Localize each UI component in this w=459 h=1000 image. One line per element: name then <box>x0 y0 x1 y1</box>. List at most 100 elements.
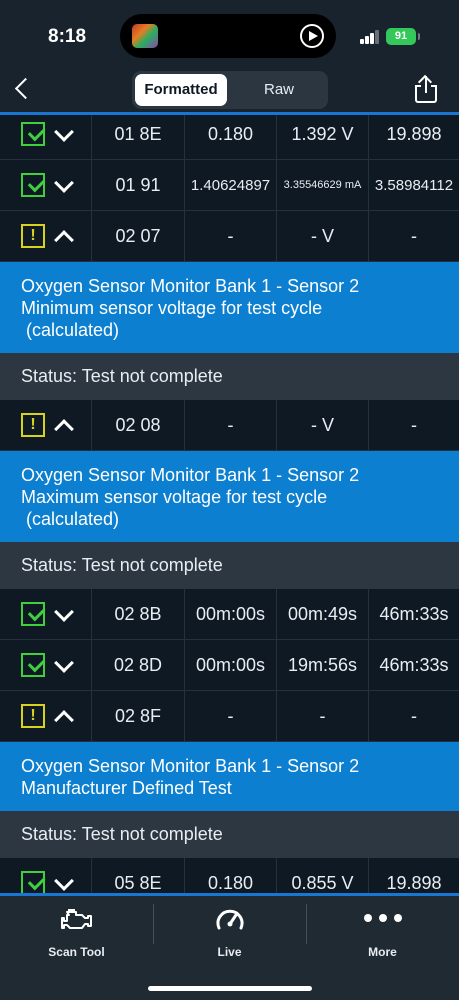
description-line: Oxygen Sensor Monitor Bank 1 - Sensor 2 <box>21 465 360 485</box>
value-cell: 00m:00s <box>184 640 276 690</box>
value-cell: - <box>184 211 276 261</box>
gauge-icon <box>216 909 244 930</box>
cellular-signal-icon <box>360 30 382 44</box>
test-id-cell: 01 91 <box>91 160 184 210</box>
warning-icon: ! <box>21 704 45 728</box>
description-line: Oxygen Sensor Monitor Bank 1 - Sensor 2 <box>21 276 360 296</box>
value-cell: - V <box>276 400 368 450</box>
test-id-cell: 02 8D <box>91 640 184 690</box>
value-cell: 19.898 <box>368 115 459 159</box>
chevron-down-icon[interactable] <box>53 124 73 144</box>
value-cell: - <box>368 211 459 261</box>
segment-formatted[interactable]: Formatted <box>135 74 227 106</box>
tab-label: More <box>368 945 397 959</box>
value-cell: - <box>368 400 459 450</box>
test-description: Oxygen Sensor Monitor Bank 1 - Sensor 2M… <box>0 262 459 353</box>
status-cell: ! <box>0 691 91 741</box>
description-line: Maximum sensor voltage for test cycle <box>21 487 328 507</box>
rows-container: 01 8E 0.180 1.392 V 19.898 01 91 1.40624897 3.… <box>0 115 459 893</box>
table-row[interactable]: 05 8E 0.180 0.855 V 19.898 <box>0 858 459 893</box>
test-id-cell: 02 8B <box>91 589 184 639</box>
chevron-down-icon[interactable] <box>53 604 73 624</box>
value-cell: 00m:00s <box>184 589 276 639</box>
value-cell: - <box>184 400 276 450</box>
status-cell <box>0 160 91 210</box>
test-status: Status: Test not complete <box>0 353 459 400</box>
segment-raw[interactable]: Raw <box>233 74 325 106</box>
check-icon <box>21 122 45 146</box>
value-cell: 0.180 <box>184 115 276 159</box>
tab-bar: Scan Tool Live More <box>0 896 459 1000</box>
share-icon[interactable] <box>413 74 441 104</box>
tab-scan-tool[interactable]: Scan Tool <box>0 896 153 976</box>
status-cell: ! <box>0 400 91 450</box>
album-art-icon <box>132 24 158 48</box>
chevron-up-icon[interactable] <box>53 706 73 726</box>
value-cell: 3.58984112 <box>368 160 459 210</box>
value-cell: 0.180 <box>184 858 276 893</box>
chevron-up-icon[interactable] <box>53 415 73 435</box>
tab-label: Scan Tool <box>48 945 105 959</box>
status-cell: ! <box>0 211 91 261</box>
dynamic-island[interactable] <box>120 14 336 58</box>
test-id-cell: 02 08 <box>91 400 184 450</box>
status-time: 8:18 <box>48 26 87 47</box>
status-cell <box>0 640 91 690</box>
description-line: (calculated) <box>21 320 120 340</box>
table-row[interactable]: 02 8B 00m:00s 00m:49s 46m:33s <box>0 589 459 640</box>
test-description: Oxygen Sensor Monitor Bank 1 - Sensor 2M… <box>0 451 459 542</box>
value-cell: - V <box>276 211 368 261</box>
value-cell: 19.898 <box>368 858 459 893</box>
nav-bar: Formatted Raw <box>0 66 459 114</box>
play-icon[interactable] <box>300 24 324 48</box>
value-cell: 46m:33s <box>368 589 459 639</box>
home-indicator <box>148 986 312 991</box>
chevron-down-icon[interactable] <box>53 873 73 893</box>
check-icon <box>21 602 45 626</box>
value-cell: 1.40624897 <box>184 160 276 210</box>
value-cell: 46m:33s <box>368 640 459 690</box>
tab-more[interactable]: More <box>306 896 459 976</box>
warning-icon: ! <box>21 224 45 248</box>
check-icon <box>21 871 45 893</box>
value-cell: 00m:49s <box>276 589 368 639</box>
back-icon[interactable] <box>10 76 36 102</box>
table-row[interactable]: 01 91 1.40624897 3.35546629 mA 3.58984112 <box>0 160 459 211</box>
chevron-up-icon[interactable] <box>53 226 73 246</box>
test-status: Status: Test not complete <box>0 542 459 589</box>
more-dots-icon <box>364 914 402 922</box>
test-id-cell: 05 8E <box>91 858 184 893</box>
value-cell: 0.855 V <box>276 858 368 893</box>
status-cell <box>0 858 91 893</box>
test-id-cell: 02 8F <box>91 691 184 741</box>
status-cell <box>0 115 91 159</box>
engine-icon <box>61 909 92 929</box>
tab-label: Live <box>217 945 242 959</box>
value-cell: 3.35546629 mA <box>276 160 368 210</box>
value-cell: - <box>276 691 368 741</box>
test-id-cell: 01 8E <box>91 115 184 159</box>
check-icon <box>21 653 45 677</box>
description-line: Oxygen Sensor Monitor Bank 1 - Sensor 2 <box>21 756 360 776</box>
value-cell: 19m:56s <box>276 640 368 690</box>
table-row[interactable]: ! 02 07- - V- <box>0 211 459 262</box>
description-line: Minimum sensor voltage for test cycle <box>21 298 323 318</box>
value-cell: 1.392 V <box>276 115 368 159</box>
chevron-down-icon[interactable] <box>53 175 73 195</box>
table-row[interactable]: ! 02 8F - - - <box>0 691 459 742</box>
table-row[interactable]: 02 8D 00m:00s 19m:56s 46m:33s <box>0 640 459 691</box>
battery-icon: 91 <box>386 28 420 45</box>
table-row[interactable]: 01 8E 0.180 1.392 V 19.898 <box>0 115 459 160</box>
value-cell: - <box>184 691 276 741</box>
tab-live[interactable]: Live <box>153 896 306 976</box>
chevron-down-icon[interactable] <box>53 655 73 675</box>
table-row[interactable]: ! 02 08- - V- <box>0 400 459 451</box>
test-results-list[interactable]: 01 8E 0.180 1.392 V 19.898 01 91 1.40624897 3.… <box>0 115 459 893</box>
warning-icon: ! <box>21 413 45 437</box>
view-mode-segmented-control: Formatted Raw <box>132 71 328 109</box>
description-line: (calculated) <box>21 509 120 529</box>
value-cell: - <box>368 691 459 741</box>
check-icon <box>21 173 45 197</box>
test-id-cell: 02 07 <box>91 211 184 261</box>
test-status: Status: Test not complete <box>0 811 459 858</box>
